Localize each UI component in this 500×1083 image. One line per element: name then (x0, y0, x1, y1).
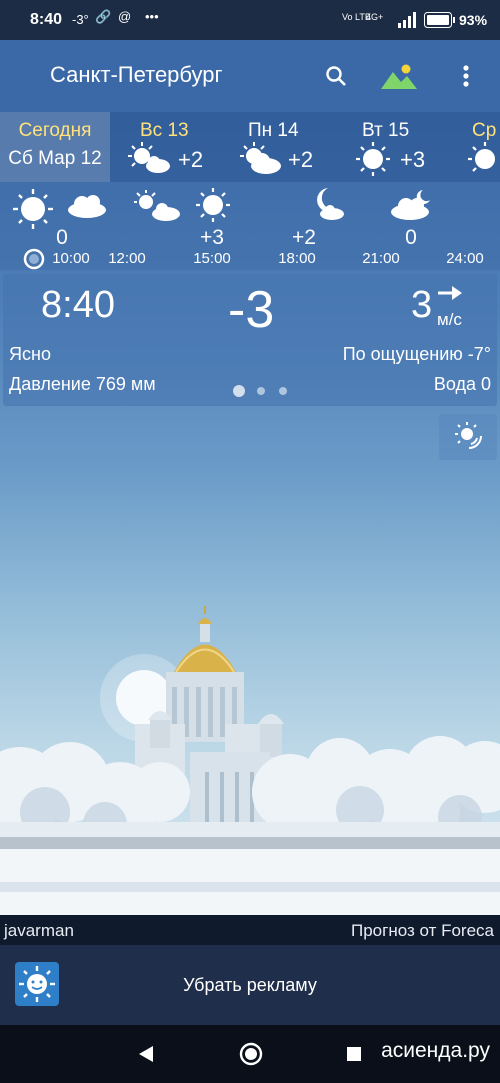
precipitation-text: Вода 0 (433, 374, 491, 394)
radar-icon (453, 420, 483, 455)
hourly-temp: +3 (200, 226, 224, 249)
current-temperature: -3 (228, 281, 275, 339)
day-tab-tue[interactable]: Вт 15 +3 (342, 112, 442, 182)
partly-cloudy-icon (134, 190, 182, 227)
hourly-forecast: 0 +3 +2 0 10:00 12:00 15:00 18:00 21:00 … (0, 182, 500, 270)
recents-icon[interactable] (346, 1046, 362, 1067)
app-bar: Санкт-Петербург (0, 40, 500, 112)
day-tab-sun[interactable]: Вс 13 +2 (118, 112, 218, 182)
status-temp: -3° (72, 12, 89, 27)
hourly-temp: 0 (56, 226, 68, 249)
page-indicator-dot-active (233, 385, 245, 397)
cloud-icon (66, 192, 108, 223)
day-name: Вт 15 (362, 120, 410, 141)
sun-icon (196, 188, 230, 227)
day-temp: +2 (178, 147, 204, 172)
current-time: 8:40 (41, 284, 115, 326)
day-tab-wed[interactable]: Ср (460, 112, 500, 182)
hourly-time: 10:00 (52, 250, 90, 267)
day-name: Сегодня (18, 120, 92, 141)
signal-icon (398, 12, 418, 33)
day-tabs: Сегодня Сб Мар 12 Вс 13 +2 Пн 14 +2 Вт 1… (0, 112, 500, 182)
partly-cloudy-icon (128, 142, 172, 181)
battery-percent: 93% (459, 12, 488, 28)
feels-like-text: По ощущению -7° (342, 344, 491, 364)
day-tab-mon[interactable]: Пн 14 +2 (230, 112, 330, 182)
landscape-icon[interactable] (381, 58, 417, 94)
forecast-provider[interactable]: Прогноз от Foreca (351, 921, 494, 941)
battery-icon (424, 12, 456, 33)
link-icon: 🔗 (95, 9, 112, 24)
more-dots-icon: ••• (145, 9, 159, 24)
condition-text: Ясно (9, 344, 51, 364)
photo-credit[interactable]: javarman (4, 921, 74, 941)
network-type: 4G+ (366, 12, 384, 22)
moon-cloud-icon (308, 186, 348, 227)
hourly-temp: 0 (405, 226, 417, 249)
wind-direction-arrow-icon (437, 282, 463, 308)
hourly-time: 15:00 (193, 250, 231, 267)
pressure-text: Давление 769 мм (9, 374, 156, 394)
search-icon[interactable] (318, 58, 354, 94)
day-date: Сб Мар 12 (8, 148, 102, 169)
wind-unit: м/с (437, 310, 462, 329)
credits-bar: javarman Прогноз от Foreca (0, 915, 500, 945)
day-temp: +2 (288, 147, 314, 172)
sun-icon (468, 142, 500, 181)
wind-speed: 3 (411, 284, 433, 326)
hourly-time: 12:00 (108, 250, 146, 267)
remove-ads-bar[interactable]: Убрать рекламу (0, 945, 500, 1025)
day-tab-today[interactable]: Сегодня Сб Мар 12 (0, 112, 110, 182)
radar-button[interactable] (439, 414, 497, 460)
city-title[interactable]: Санкт-Петербург (50, 62, 223, 88)
hourly-time: 24:00 (446, 250, 484, 267)
watermark: асиенда.ру (381, 1039, 490, 1062)
sun-icon (356, 142, 390, 181)
day-temp: +3 (400, 147, 426, 172)
remove-ads-label: Убрать рекламу (183, 975, 317, 995)
overflow-menu-icon[interactable] (448, 58, 484, 94)
current-conditions-card[interactable]: 8:40 -3 3 м/с Ясно По ощущению -7° Давле… (3, 274, 497, 406)
hourly-time: 21:00 (362, 250, 400, 267)
partly-cloudy-icon (240, 142, 284, 181)
page-indicator-dot (257, 387, 265, 395)
status-time: 8:40 (30, 11, 63, 28)
hourly-temp: +2 (292, 226, 316, 249)
at-icon: @ (118, 9, 132, 24)
page-indicator-dot (279, 387, 287, 395)
back-icon[interactable] (137, 1044, 155, 1069)
day-name: Пн 14 (248, 120, 299, 141)
hourly-time: 18:00 (278, 250, 316, 267)
status-bar: 8:40 -3° 🔗 @ ••• Vo LTE 4G+ 93% (0, 0, 500, 40)
system-nav-bar: асиенда.ру (0, 1025, 500, 1083)
cloud-moon-icon (390, 188, 434, 227)
day-name: Вс 13 (140, 120, 189, 141)
home-icon[interactable] (239, 1042, 263, 1071)
day-name: Ср (472, 120, 497, 141)
